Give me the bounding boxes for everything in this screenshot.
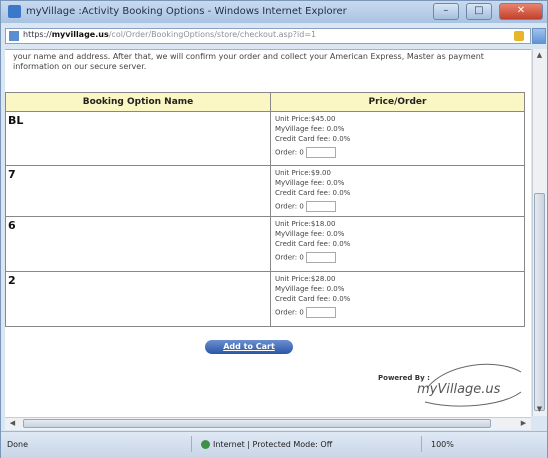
order-label: Order: 0: [275, 253, 304, 262]
table-row: 2 Unit Price:$28.00 MyVillage fee: 0.0% …: [5, 271, 525, 327]
maximize-button[interactable]: □: [465, 3, 492, 20]
minimize-button[interactable]: –: [432, 3, 459, 20]
order-quantity-input[interactable]: [306, 252, 337, 263]
order-label: Order: 0: [275, 148, 304, 157]
window-controls: – □ ✕: [431, 3, 543, 20]
horizontal-scrollbar[interactable]: ◀ ▶: [5, 417, 531, 430]
option-name: 6: [5, 216, 271, 272]
page-icon: [9, 31, 19, 41]
order-label: Order: 0: [275, 202, 304, 211]
globe-icon: [201, 440, 210, 449]
status-bar: Done Internet | Protected Mode: Off 100%: [1, 431, 547, 458]
table-row: BL Unit Price:$45.00 MyVillage fee: 0.0%…: [5, 111, 525, 166]
unit-price: Unit Price:$18.00: [275, 220, 336, 228]
add-to-cart-button[interactable]: Add to Cart: [205, 340, 293, 354]
option-name: 2: [5, 271, 271, 327]
logo-text: myVillage.us: [417, 382, 501, 397]
unit-price: Unit Price:$28.00: [275, 275, 336, 283]
card-fee: Credit Card fee: 0.0%: [275, 189, 351, 197]
address-bar[interactable]: https://myvillage.us/col/Order/BookingOp…: [5, 28, 531, 44]
horizontal-scroll-thumb[interactable]: [23, 419, 491, 428]
intro-text: your name and address. After that, we wi…: [13, 52, 484, 71]
village-fee: MyVillage fee: 0.0%: [275, 230, 345, 238]
price-cell: Unit Price:$28.00 MyVillage fee: 0.0% Cr…: [270, 271, 525, 327]
scroll-right-icon[interactable]: ▶: [519, 419, 528, 428]
scroll-down-icon[interactable]: ▼: [535, 405, 544, 414]
window-title: myVillage :Activity Booking Options - Wi…: [26, 6, 347, 17]
table-row: 6 Unit Price:$18.00 MyVillage fee: 0.0% …: [5, 216, 525, 272]
page-content: your name and address. After that, we wi…: [5, 49, 531, 417]
vertical-scrollbar[interactable]: ▲ ▼: [532, 49, 547, 416]
vertical-scroll-thumb[interactable]: [534, 193, 545, 411]
close-button[interactable]: ✕: [499, 3, 543, 20]
order-quantity-input[interactable]: [306, 201, 337, 212]
security-zone[interactable]: Internet | Protected Mode: Off: [201, 440, 332, 449]
card-fee: Credit Card fee: 0.0%: [275, 135, 351, 143]
address-url[interactable]: https://myvillage.us/col/Order/BookingOp…: [23, 30, 316, 39]
scroll-left-icon[interactable]: ◀: [8, 419, 17, 428]
unit-price: Unit Price:$45.00: [275, 115, 336, 123]
order-quantity-input[interactable]: [306, 307, 337, 318]
url-path: /col/Order/BookingOptions/store/checkout…: [108, 30, 317, 39]
village-fee: MyVillage fee: 0.0%: [275, 179, 345, 187]
url-host: myvillage.us: [51, 30, 109, 39]
url-scheme: https://: [23, 30, 52, 39]
status-divider: [421, 436, 422, 452]
order-quantity-input[interactable]: [306, 147, 337, 158]
option-name: BL: [5, 111, 271, 166]
unit-price: Unit Price:$9.00: [275, 169, 331, 177]
ie-icon: [8, 5, 21, 18]
header-option-name: Booking Option Name: [5, 92, 271, 112]
card-fee: Credit Card fee: 0.0%: [275, 240, 351, 248]
zone-text: Internet | Protected Mode: Off: [213, 440, 333, 449]
scroll-up-icon[interactable]: ▲: [535, 51, 544, 60]
booking-options-table: Booking Option Name Price/Order BL Unit …: [5, 92, 525, 327]
status-text: Done: [7, 440, 29, 449]
table-row: 7 Unit Price:$9.00 MyVillage fee: 0.0% C…: [5, 165, 525, 217]
price-cell: Unit Price:$18.00 MyVillage fee: 0.0% Cr…: [270, 216, 525, 272]
lock-icon[interactable]: [514, 31, 524, 41]
price-cell: Unit Price:$45.00 MyVillage fee: 0.0% Cr…: [270, 111, 525, 166]
status-divider: [191, 436, 192, 452]
village-fee: MyVillage fee: 0.0%: [275, 285, 345, 293]
header-price-order: Price/Order: [270, 92, 525, 112]
order-label: Order: 0: [275, 308, 304, 317]
browser-window: myVillage :Activity Booking Options - Wi…: [0, 0, 548, 458]
title-bar: myVillage :Activity Booking Options - Wi…: [1, 1, 547, 23]
village-fee: MyVillage fee: 0.0%: [275, 125, 345, 133]
refresh-icon[interactable]: [532, 28, 546, 44]
card-fee: Credit Card fee: 0.0%: [275, 295, 351, 303]
option-name: 7: [5, 165, 271, 217]
zoom-level[interactable]: 100%: [431, 440, 454, 449]
price-cell: Unit Price:$9.00 MyVillage fee: 0.0% Cre…: [270, 165, 525, 217]
